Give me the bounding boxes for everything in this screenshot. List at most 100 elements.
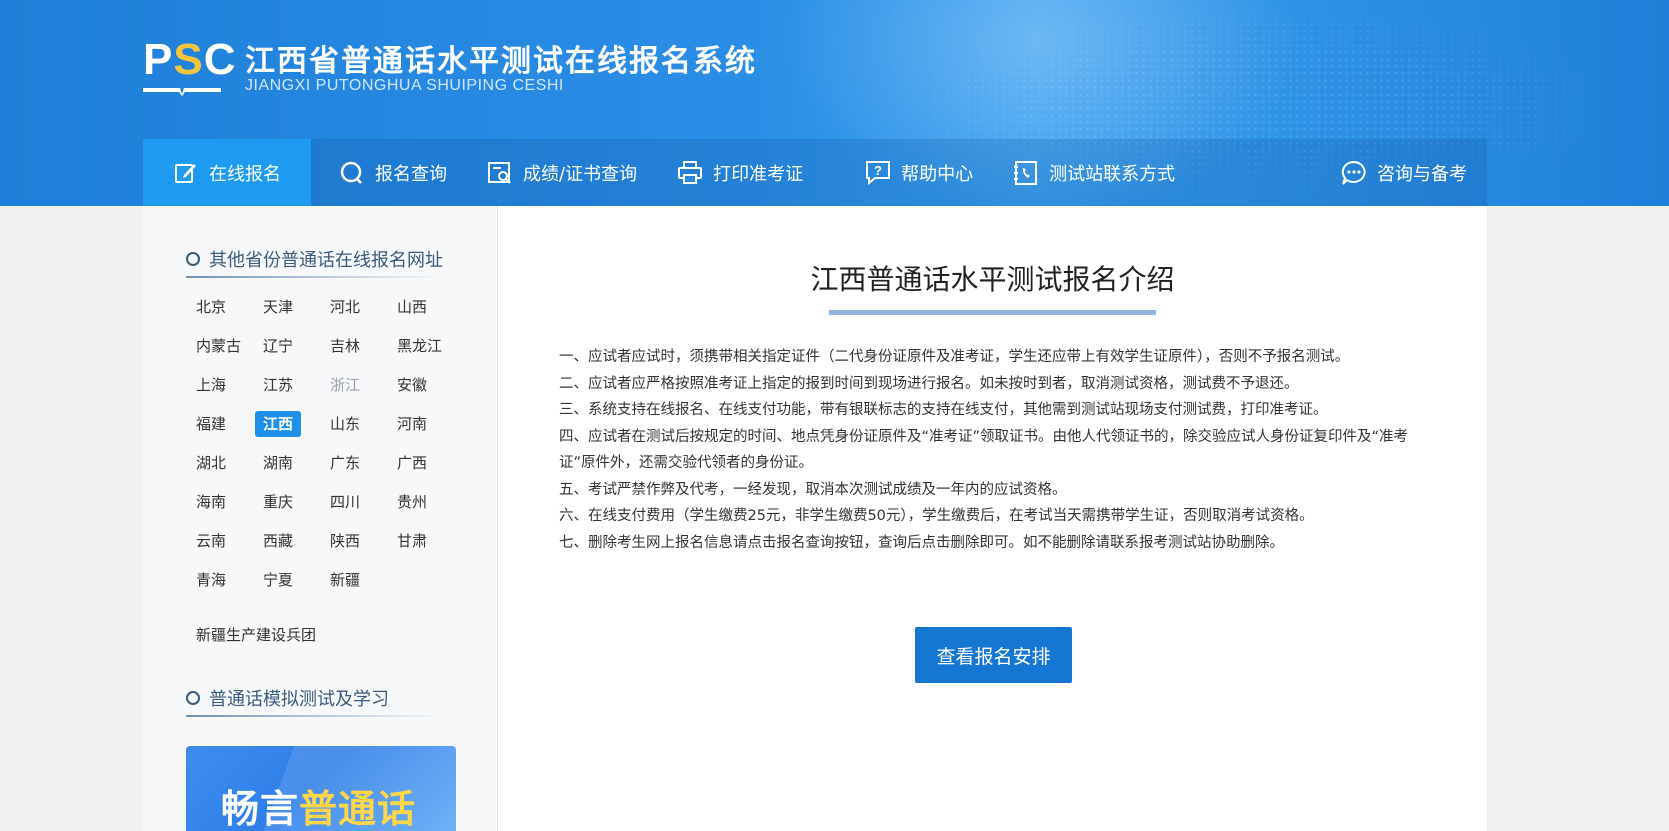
rule-item: 二、应试者应严格按照准考证上指定的报到时间到现场进行报名。如未按时到者，取消测试… (559, 375, 1299, 392)
provinces-section-title: 其他省份普通话在线报名网址 (186, 246, 443, 272)
banner-text-b: 普通话 (299, 787, 417, 831)
province-link[interactable]: 甘肃 (389, 522, 456, 561)
nav-score-certificate-query[interactable]: 成绩/证书查询 (467, 139, 657, 206)
province-label: 河南 (397, 415, 428, 433)
province-link[interactable]: 广西 (389, 444, 456, 483)
province-link[interactable]: 福建 (188, 405, 255, 444)
rule-item: 一、应试者应试时，须携带相关指定证件（二代身份证原件及准考证，学生还应带上有效学… (559, 349, 1350, 365)
rule-item: 三、系统支持在线报名、在线支付功能，带有银联标志的支持在线支付，其他需到测试站现… (559, 402, 1328, 418)
province-link[interactable]: 江苏 (255, 366, 322, 405)
province-label: 宁夏 (263, 571, 294, 589)
province-link[interactable]: 湖南 (255, 444, 322, 483)
province-label: 天津 (263, 298, 294, 316)
nav-print-admission-ticket[interactable]: 打印准考证 (657, 139, 823, 206)
rule-item: 六、在线支付费用（学生缴费25元，非学生缴费50元），学生缴费后，在考试当天需携… (559, 508, 1314, 524)
province-label: 贵州 (397, 493, 428, 511)
rule-item: 五、考试严禁作弊及代考，一经发现，取消本次测试成绩及一年内的应试资格。 (559, 481, 1067, 498)
provinces-title-text: 其他省份普通话在线报名网址 (209, 250, 443, 271)
nav-help-center[interactable]: ? 帮助中心 (845, 139, 993, 206)
province-label: 广西 (397, 454, 428, 472)
main-nav: 在线报名 报名查询 成绩/证书查询 打印准考证 ? 帮助中心 测试站联系方式 咨… (143, 139, 1487, 206)
province-label: 四川 (330, 493, 361, 511)
logo-letters: PSC (143, 35, 237, 84)
search-icon (339, 160, 365, 186)
province-link[interactable]: 吉林 (322, 327, 389, 366)
province-link[interactable]: 青海 (188, 561, 255, 600)
province-link[interactable]: 安徽 (389, 366, 456, 405)
province-label: 安徽 (397, 376, 428, 394)
province-label: 辽宁 (263, 337, 294, 355)
section-divider (186, 715, 442, 717)
nav-label: 帮助中心 (901, 163, 974, 185)
main-content: 江西普通话水平测试报名介绍 一、应试者应试时，须携带相关指定证件（二代身份证原件… (498, 206, 1487, 831)
province-link[interactable]: 新疆 (322, 561, 389, 600)
nav-online-registration[interactable]: 在线报名 (143, 139, 311, 206)
circle-bullet-icon (186, 252, 200, 266)
section-divider (186, 276, 442, 278)
province-link[interactable]: 陕西 (322, 522, 389, 561)
province-link[interactable]: 河南 (389, 405, 456, 444)
province-link[interactable]: 云南 (188, 522, 255, 561)
province-link[interactable]: 江西 (255, 405, 322, 444)
changyan-putonghua-banner[interactable]: 畅言普通话 (186, 746, 456, 831)
province-link[interactable]: 湖北 (188, 444, 255, 483)
province-label: 青海 (196, 571, 227, 589)
study-section-title: 普通话模拟测试及学习 (186, 685, 389, 711)
book-icon (143, 88, 221, 96)
main-container: 其他省份普通话在线报名网址 北京 天津 河北 山西内蒙古 辽宁 吉林 黑龙江上海 江苏 浙江 安徽… (143, 206, 1487, 831)
province-link[interactable]: 四川 (322, 483, 389, 522)
psc-logo[interactable]: PSC (143, 35, 237, 96)
province-label: 广东 (330, 454, 361, 472)
province-link[interactable]: 天津 (255, 288, 322, 327)
province-link[interactable]: 黑龙江 (389, 327, 456, 366)
province-label: 福建 (196, 415, 227, 433)
province-link[interactable]: 河北 (322, 288, 389, 327)
rules-list: 一、应试者应试时，须携带相关指定证件（二代身份证原件及准考证，学生还应带上有效学… (559, 344, 1429, 556)
nav-label: 测试站联系方式 (1049, 163, 1176, 185)
province-label: 江苏 (263, 376, 294, 394)
province-label: 河北 (330, 298, 361, 316)
nav-label: 报名查询 (375, 163, 447, 185)
province-link[interactable]: 海南 (188, 483, 255, 522)
province-label: 陕西 (330, 532, 361, 550)
province-link[interactable]: 山西 (389, 288, 456, 327)
province-link[interactable]: 北京 (188, 288, 255, 327)
phone-book-icon (1013, 160, 1039, 186)
province-label: 吉林 (330, 337, 361, 355)
province-link[interactable]: 重庆 (255, 483, 322, 522)
nav-registration-query[interactable]: 报名查询 (319, 139, 467, 206)
province-link[interactable]: 宁夏 (255, 561, 322, 600)
province-label: 海南 (196, 493, 227, 511)
province-link[interactable]: 浙江 (322, 366, 389, 405)
province-link[interactable]: 辽宁 (255, 327, 322, 366)
province-link[interactable]: 广东 (322, 444, 389, 483)
title-underline (829, 310, 1156, 315)
province-link[interactable]: 山东 (322, 405, 389, 444)
rule-item: 七、删除考生网上报名信息请点击报名查询按钮，查询后点击删除即可。如不能删除请联系… (559, 534, 1284, 551)
nav-label: 在线报名 (209, 163, 281, 185)
circle-bullet-icon (186, 691, 200, 705)
nav-consult-prepare[interactable]: 咨询与备考 (1321, 139, 1487, 206)
province-label: 重庆 (263, 493, 294, 511)
province-link[interactable]: 内蒙古 (188, 327, 255, 366)
view-registration-schedule-button[interactable]: 查看报名安排 (915, 627, 1072, 683)
printer-icon (677, 160, 703, 186)
province-grid: 北京 天津 河北 山西内蒙古 辽宁 吉林 黑龙江上海 江苏 浙江 安徽福建 江西 山东 河南湖北 湖南 广东… (188, 288, 468, 600)
province-link[interactable]: 西藏 (255, 522, 322, 561)
chat-icon (1341, 160, 1367, 186)
banner-text: 畅言普通话 (221, 778, 416, 831)
province-link-bingtuan[interactable]: 新疆生产建设兵团 (196, 624, 316, 645)
province-link[interactable]: 上海 (188, 366, 255, 405)
nav-test-station-contact[interactable]: 测试站联系方式 (993, 139, 1195, 206)
province-label: 内蒙古 (196, 337, 242, 355)
nav-label: 成绩/证书查询 (523, 163, 638, 185)
help-icon: ? (865, 160, 891, 186)
province-label: 西藏 (263, 532, 294, 550)
province-label: 湖北 (196, 454, 227, 472)
province-label: 江西 (255, 411, 302, 437)
province-link[interactable]: 贵州 (389, 483, 456, 522)
page-title: 江西普通话水平测试报名介绍 (810, 263, 1175, 296)
province-label: 新疆 (330, 571, 361, 589)
province-label: 山西 (397, 298, 428, 316)
site-header: PSC 江西省普通话水平测试在线报名系统 JIANGXI PUTONGHUA S… (0, 0, 1669, 206)
